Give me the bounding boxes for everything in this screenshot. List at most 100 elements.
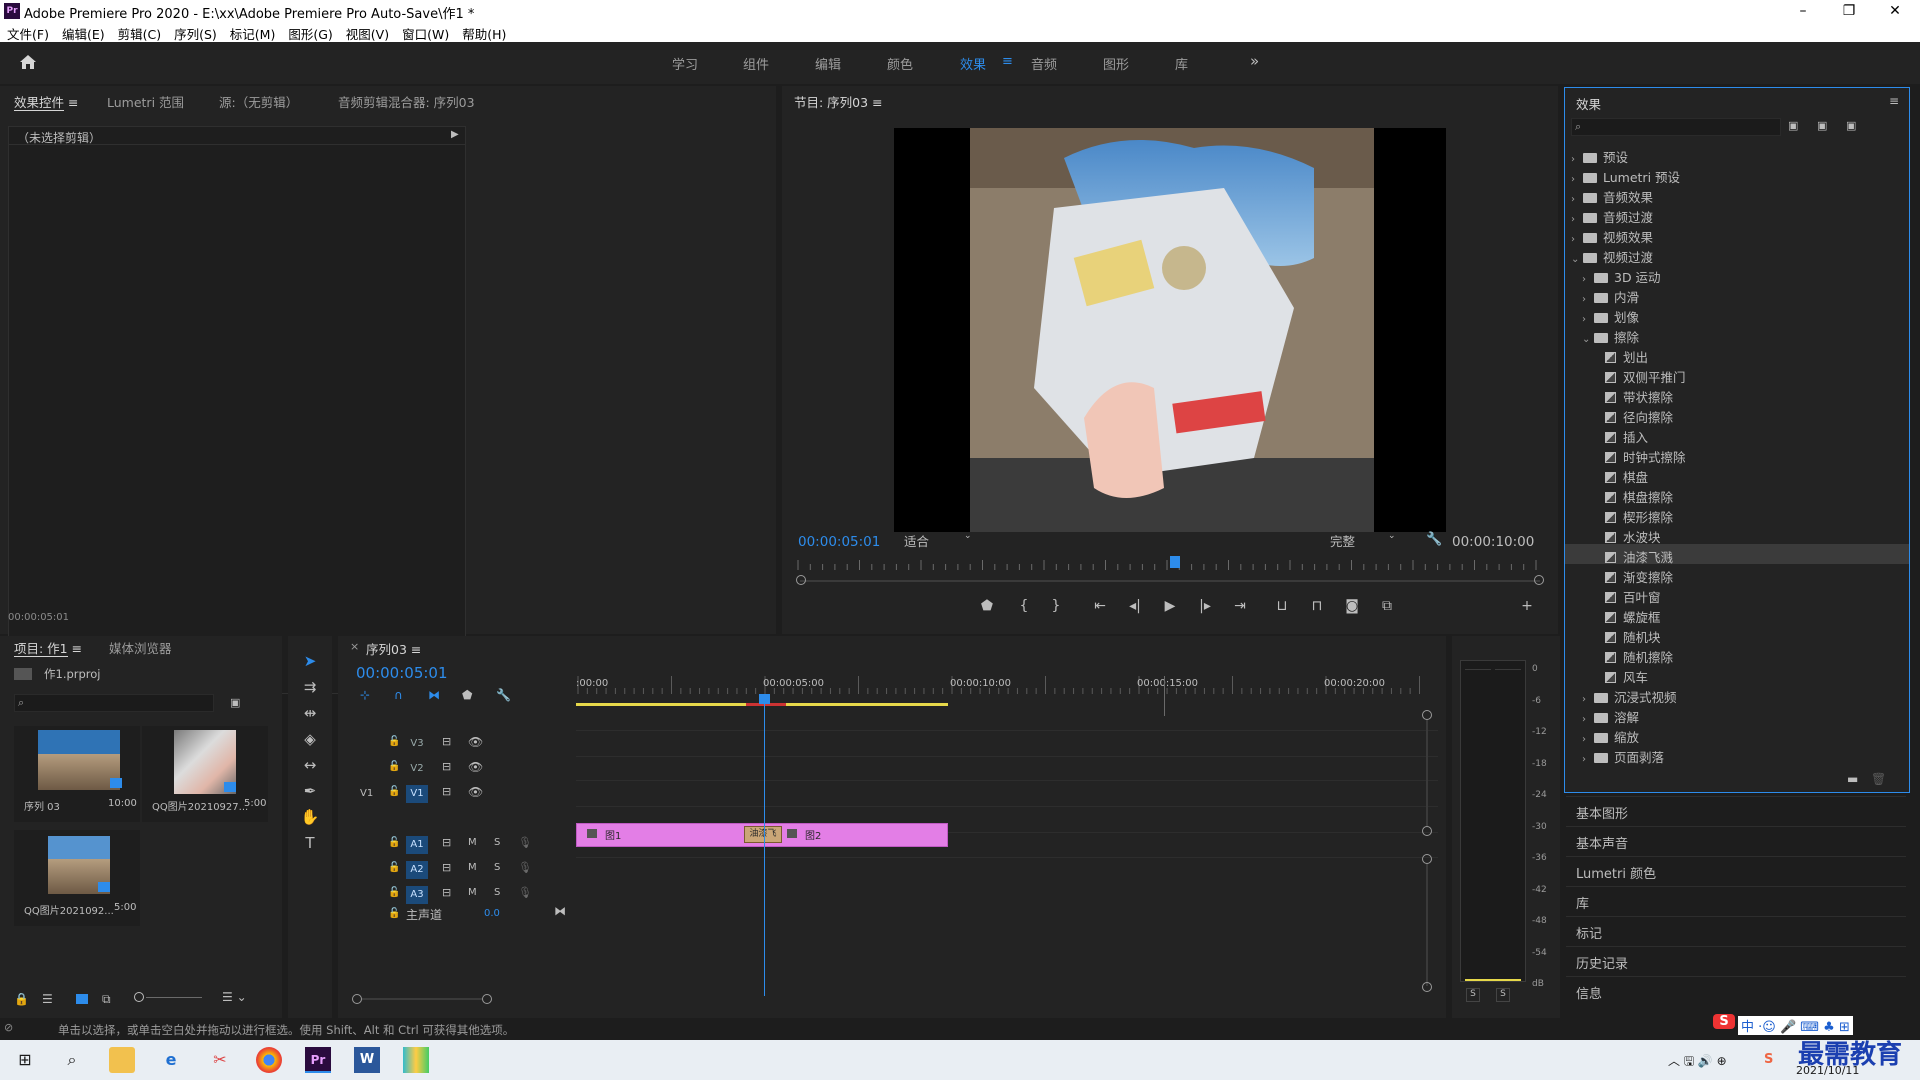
solo-button[interactable]: S [494, 837, 500, 848]
workspace-tab[interactable]: 图形 [1103, 54, 1129, 73]
zoom-scrollbar[interactable] [800, 580, 1540, 582]
go-to-in-icon[interactable]: ⇤ [1088, 598, 1112, 618]
maximize-button[interactable]: ❐ [1826, 0, 1872, 22]
vscroll-handle[interactable] [1422, 826, 1432, 836]
vscroll[interactable] [1426, 864, 1428, 986]
collapsed-panel[interactable]: 基本图形 [1566, 796, 1906, 822]
collapsed-panel[interactable]: 基本声音 [1566, 826, 1906, 852]
zoom-handle-left[interactable] [796, 575, 806, 585]
tab-sequence[interactable]: 序列03 ≡ [366, 639, 421, 658]
sort-icon[interactable]: ☰ ⌄ [222, 990, 247, 1004]
effect-item[interactable]: 径向擦除 [1565, 404, 1909, 425]
solo-button[interactable]: S [494, 862, 500, 873]
step-forward-icon[interactable]: |▸ [1193, 598, 1217, 618]
eye-icon[interactable]: 👁 [468, 760, 483, 774]
accelerated-effects-icon[interactable]: ▣ [1788, 119, 1798, 132]
ime-icon[interactable]: S [1764, 1052, 1773, 1067]
expand-arrow-icon[interactable]: ▶ [451, 129, 459, 140]
effect-item[interactable]: 带状擦除 [1565, 384, 1909, 405]
lock-icon[interactable]: 🔓 [388, 837, 400, 848]
tab-audio-clip-mixer[interactable]: 音频剪辑混合器: 序列03 [338, 92, 475, 111]
voiceover-mic-icon[interactable]: 🎙 [518, 886, 532, 899]
effect-item[interactable]: 棋盘擦除 [1565, 484, 1909, 505]
effect-item[interactable]: 螺旋框 [1565, 604, 1909, 625]
workspace-tab[interactable]: 效果 [960, 54, 986, 73]
sync-lock-icon[interactable]: ⊟ [442, 886, 451, 899]
collapsed-panel[interactable]: 历史记录 [1566, 946, 1906, 972]
vscroll-handle[interactable] [1422, 982, 1432, 992]
effect-folder[interactable]: › 视频效果 [1565, 224, 1909, 245]
voiceover-mic-icon[interactable]: 🎙 [518, 836, 532, 849]
tab-project[interactable]: 项目: 作1 ≡ [14, 638, 82, 657]
step-back-icon[interactable]: ◂| [1123, 598, 1147, 618]
effect-folder[interactable]: › 沉浸式视频 [1565, 684, 1909, 705]
extract-icon[interactable]: ⊓ [1305, 598, 1329, 618]
quality-dropdown[interactable]: 完整 ⌄ [1330, 531, 1410, 549]
transition-block[interactable]: 油漆飞 [744, 826, 782, 843]
linked-selection-icon[interactable]: ⧓ [428, 688, 440, 702]
project-item[interactable]: QQ图片2021092... 5:00 [14, 830, 140, 926]
effect-folder[interactable]: › 页面剥落 [1565, 744, 1909, 765]
minimize-button[interactable]: – [1780, 0, 1826, 22]
wrench-icon[interactable]: 🔧 [1426, 532, 1442, 547]
track-target[interactable]: A1 [406, 836, 428, 854]
menu-item[interactable]: 帮助(H) [455, 22, 512, 43]
mute-button[interactable]: M [468, 862, 477, 873]
32bit-effects-icon[interactable]: ▣ [1817, 119, 1827, 132]
project-item[interactable]: 序列 03 10:00 [14, 726, 140, 822]
source-patch-label[interactable]: V1 [360, 788, 373, 799]
search-icon[interactable]: ⌕ [59, 1047, 85, 1073]
tab-media-browser[interactable]: 媒体浏览器 [109, 638, 172, 657]
menu-item[interactable]: 剪辑(C) [111, 22, 167, 43]
nest-icon[interactable]: ⊹ [360, 688, 370, 702]
menu-item[interactable]: 文件(F) [0, 22, 55, 43]
mark-out-icon[interactable]: } [1044, 598, 1068, 618]
timeline-playhead[interactable] [759, 694, 770, 704]
effect-folder[interactable]: ⌄ 擦除 [1565, 324, 1909, 345]
delete-icon[interactable]: 🗑 [1871, 772, 1886, 786]
master-toggle-icon[interactable]: ⧓ [554, 904, 566, 918]
chrome-icon[interactable] [256, 1047, 282, 1073]
voiceover-mic-icon[interactable]: 🎙 [518, 861, 532, 874]
track-select-tool-icon[interactable]: ⇉ [298, 678, 322, 700]
pen-tool-icon[interactable]: ✒ [298, 782, 322, 804]
workspace-tab[interactable]: 库 [1175, 54, 1188, 73]
hscroll-handle-left[interactable] [352, 994, 362, 1004]
lock-icon[interactable]: 🔓 [388, 736, 400, 747]
zoom-slider-handle[interactable] [134, 992, 144, 1002]
workspace-menu-icon[interactable]: ≡ [1002, 54, 1013, 69]
hscroll[interactable] [362, 998, 482, 1000]
project-search-input[interactable]: ⌕ [14, 694, 214, 712]
track-target[interactable]: V3 [406, 735, 428, 753]
freeform-view-icon[interactable]: ⧉ [102, 992, 111, 1007]
new-bin-icon[interactable]: ▬ [1847, 772, 1858, 786]
go-to-out-icon[interactable]: ⇥ [1228, 598, 1252, 618]
hand-tool-icon[interactable]: ✋ [298, 808, 322, 830]
menu-item[interactable]: 窗口(W) [395, 22, 455, 43]
effect-folder[interactable]: › 溶解 [1565, 704, 1909, 725]
project-item[interactable]: QQ图片20210927... 5:00 [142, 726, 268, 822]
tab-lumetri-scopes[interactable]: Lumetri 范围 [107, 92, 184, 111]
vscroll-handle[interactable] [1422, 710, 1432, 720]
more-workspaces-icon[interactable]: » [1250, 52, 1259, 70]
effect-item[interactable]: 棋盘 [1565, 464, 1909, 485]
file-explorer-icon[interactable] [109, 1047, 135, 1073]
add-marker-icon[interactable]: ⬟ [975, 598, 999, 618]
mute-button[interactable]: M [468, 887, 477, 898]
menu-item[interactable]: 序列(S) [167, 22, 223, 43]
add-marker-icon[interactable]: ⬟ [462, 688, 472, 702]
master-volume[interactable]: 0.0 [484, 908, 500, 919]
tray-icons[interactable]: ︿ 🖫 🔊 ⊕ [1668, 1052, 1727, 1073]
track-target[interactable]: A2 [406, 861, 428, 879]
track-target[interactable]: A3 [406, 886, 428, 904]
settings-wrench-icon[interactable]: 🔧 [496, 688, 511, 702]
close-tab-icon[interactable]: × [350, 640, 359, 653]
track-target[interactable]: V1 [406, 785, 428, 803]
list-view-icon[interactable]: ☰ [42, 992, 53, 1006]
icon-view-icon[interactable] [76, 994, 88, 1004]
effect-item[interactable]: 时钟式擦除 [1565, 444, 1909, 465]
eye-icon[interactable]: 👁 [468, 785, 483, 799]
vscroll-handle[interactable] [1422, 854, 1432, 864]
find-icon[interactable]: ▣ [230, 696, 240, 709]
workspace-tab[interactable]: 学习 [672, 54, 698, 73]
